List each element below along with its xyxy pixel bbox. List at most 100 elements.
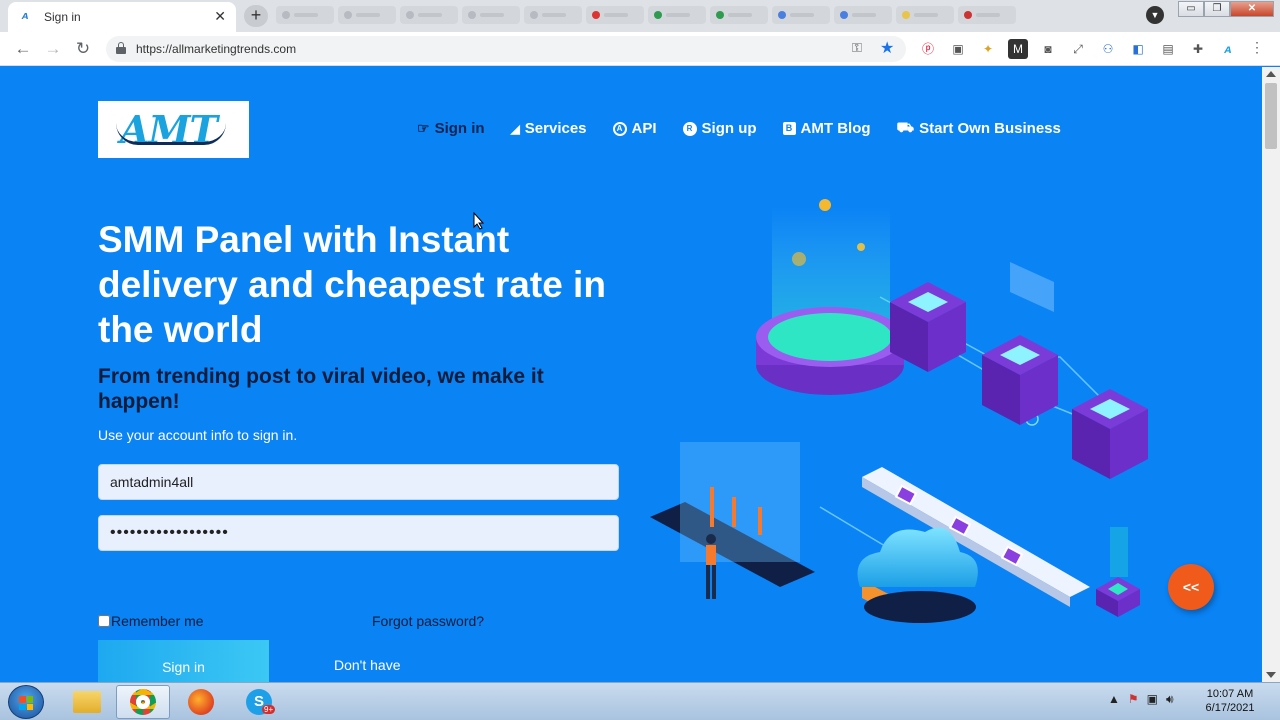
- background-tab[interactable]: [772, 6, 830, 24]
- background-tab[interactable]: [710, 6, 768, 24]
- nav-label: Services: [524, 120, 587, 137]
- taskbar-skype[interactable]: S 9+: [232, 685, 286, 719]
- background-tab[interactable]: [462, 6, 520, 24]
- sign-in-hint: Use your account info to sign in.: [98, 427, 298, 443]
- browser-toolbar: ← → ↻ https://allmarketingtrends.com ⚿ ★…: [0, 32, 1280, 66]
- background-tab[interactable]: [834, 6, 892, 24]
- username-input[interactable]: [98, 464, 619, 500]
- browser-menu-icon[interactable]: ⋮: [1250, 39, 1264, 56]
- bookmark-star-icon[interactable]: ★: [880, 38, 894, 58]
- background-tab[interactable]: [896, 6, 954, 24]
- reload-icon[interactable]: ↻: [72, 38, 94, 60]
- show-hidden-icons-icon[interactable]: ▲: [1108, 692, 1120, 707]
- background-tab[interactable]: [586, 6, 644, 24]
- nav-api[interactable]: A API: [612, 119, 657, 138]
- page-content: AMT ☞ Sign in ◢ Services A API R Sign up…: [0, 67, 1262, 682]
- nav-sign-in[interactable]: ☞ Sign in: [417, 119, 485, 138]
- dont-have-account-text[interactable]: Don't have: [334, 657, 401, 673]
- taskbar-clock[interactable]: 10:07 AM 6/17/2021: [1200, 687, 1260, 715]
- tab-title: Sign in: [44, 10, 81, 24]
- clock-time: 10:07 AM: [1206, 688, 1254, 700]
- top-navigation: ☞ Sign in ◢ Services A API R Sign up B A…: [417, 119, 1061, 138]
- scroll-up-arrow-icon[interactable]: [1266, 71, 1276, 77]
- chrome-icon: [130, 689, 156, 715]
- password-input[interactable]: [98, 515, 619, 551]
- nav-amt-blog[interactable]: B AMT Blog: [782, 119, 871, 138]
- taskbar-chrome[interactable]: [116, 685, 170, 719]
- extension-icon[interactable]: ✦: [978, 39, 998, 59]
- background-tab[interactable]: [400, 6, 458, 24]
- amt-extension-icon[interactable]: ᴀ: [1218, 39, 1238, 59]
- server-stack: [890, 282, 1148, 479]
- taskbar-file-explorer[interactable]: [60, 685, 114, 719]
- background-tab[interactable]: [524, 6, 582, 24]
- taskbar-firefox[interactable]: [174, 685, 228, 719]
- forward-arrow-icon[interactable]: →: [42, 38, 64, 60]
- puzzle-icon[interactable]: ✚: [1188, 39, 1208, 59]
- window-controls: ▭ ❐ ✕: [1178, 1, 1274, 17]
- profile-menu-icon[interactable]: ▼: [1146, 6, 1164, 24]
- site-favicon-icon: ᴀ: [22, 10, 29, 22]
- network-icon[interactable]: ▣: [1147, 692, 1158, 707]
- tab-close-icon[interactable]: ✕: [214, 8, 226, 25]
- action-center-icon[interactable]: ⚑: [1128, 692, 1139, 707]
- url-text[interactable]: https://allmarketingtrends.com: [136, 42, 296, 56]
- extension-icon[interactable]: ▤: [1158, 39, 1178, 59]
- nav-services[interactable]: ◢ Services: [511, 119, 587, 138]
- back-arrow-icon[interactable]: ←: [12, 38, 34, 60]
- background-tabs: [276, 6, 1016, 24]
- skype-notification-badge: 9+: [262, 705, 276, 714]
- logo-swoosh: [116, 123, 226, 145]
- lock-icon[interactable]: [116, 42, 126, 54]
- extension-icon[interactable]: M: [1008, 39, 1028, 59]
- extension-icon[interactable]: ⤢: [1068, 39, 1088, 59]
- extensions-bar: ⓟ ▣ ✦ M ◙ ⤢ ⚇ ◧ ▤ ✚ ᴀ: [918, 39, 1238, 59]
- remember-me[interactable]: Remember me: [98, 613, 204, 629]
- nav-label: AMT Blog: [800, 120, 871, 137]
- remember-me-label: Remember me: [111, 613, 204, 629]
- pinterest-icon[interactable]: ⓟ: [918, 39, 938, 59]
- key-icon[interactable]: ⚿: [852, 40, 862, 56]
- nav-label: Start Own Business: [919, 120, 1061, 137]
- nav-start-own-business[interactable]: ⛟ Start Own Business: [897, 119, 1061, 138]
- extension-icon[interactable]: ▣: [948, 39, 968, 59]
- hero-title: SMM Panel with Instant delivery and chea…: [98, 219, 606, 350]
- api-icon: A: [612, 121, 627, 136]
- address-bar[interactable]: https://allmarketingtrends.com ⚿ ★: [106, 36, 906, 62]
- nav-label: Sign in: [434, 120, 485, 137]
- page-scrollbar[interactable]: [1262, 67, 1280, 682]
- clock-date: 6/17/2021: [1205, 702, 1255, 714]
- background-tab[interactable]: [648, 6, 706, 24]
- close-window-button[interactable]: ✕: [1230, 1, 1274, 17]
- scroll-thumb[interactable]: [1265, 83, 1277, 149]
- extension-icon[interactable]: ⚇: [1098, 39, 1118, 59]
- extension-icon[interactable]: ◧: [1128, 39, 1148, 59]
- hero-subtitle: From trending post to viral video, we ma…: [98, 365, 544, 413]
- nav-sign-up[interactable]: R Sign up: [682, 119, 757, 138]
- new-tab-button[interactable]: +: [244, 5, 268, 27]
- firefox-icon: [188, 689, 214, 715]
- camera-icon[interactable]: ◙: [1038, 39, 1058, 59]
- browser-tab-strip: ᴀ Sign in ✕ + ▼ ▭ ❐ ✕: [0, 0, 1280, 32]
- collapse-panel-button[interactable]: <<: [1168, 564, 1214, 610]
- minimize-button[interactable]: ▭: [1178, 1, 1204, 17]
- folder-icon: [73, 691, 101, 713]
- blogger-icon: B: [782, 122, 796, 135]
- start-button[interactable]: [8, 685, 44, 719]
- windows-logo-icon: [19, 696, 33, 710]
- pointing-hand-icon: ☞: [417, 120, 430, 136]
- registered-icon: R: [682, 121, 697, 136]
- nav-label: API: [631, 120, 657, 137]
- volume-icon[interactable]: 🔊︎: [1166, 692, 1174, 707]
- nav-label: Sign up: [701, 120, 757, 137]
- site-logo[interactable]: AMT: [98, 101, 249, 158]
- tab-sign-in[interactable]: ᴀ Sign in ✕: [8, 2, 236, 32]
- background-tab[interactable]: [958, 6, 1016, 24]
- forgot-password-link[interactable]: Forgot password?: [372, 613, 484, 629]
- scroll-down-arrow-icon[interactable]: [1266, 672, 1276, 678]
- remember-me-checkbox[interactable]: [98, 615, 110, 627]
- background-tab[interactable]: [276, 6, 334, 24]
- background-tab[interactable]: [338, 6, 396, 24]
- sign-in-button[interactable]: Sign in: [98, 640, 269, 682]
- restore-button[interactable]: ❐: [1204, 1, 1230, 17]
